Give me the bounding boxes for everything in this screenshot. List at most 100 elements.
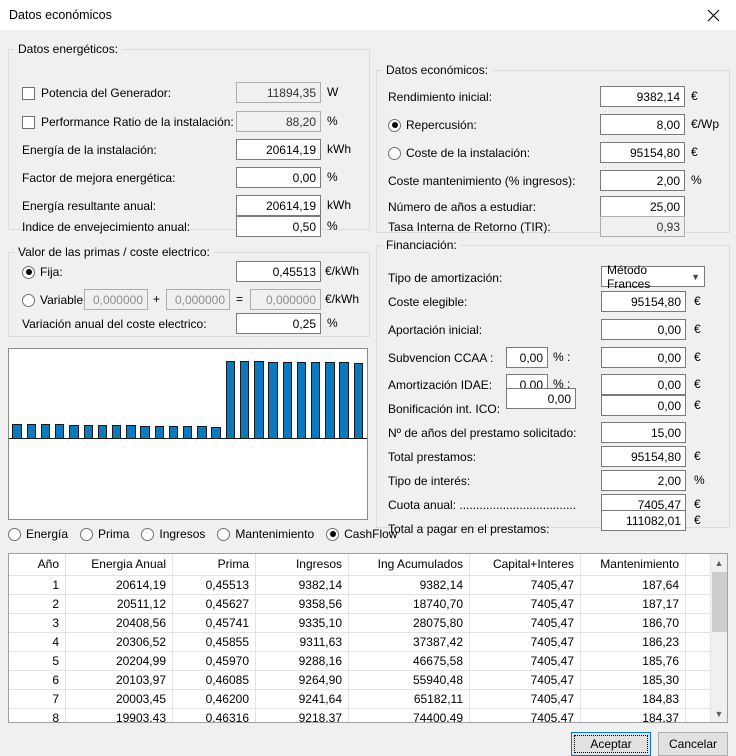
table-column-header[interactable]: Prima <box>172 554 256 576</box>
chart-series-option[interactable]: CashFlow <box>326 527 397 541</box>
bonificacion-ico-input[interactable]: 0,00 <box>601 395 686 416</box>
coste-instalacion-radio[interactable] <box>388 146 401 160</box>
performance-ratio-checkbox[interactable] <box>22 115 35 129</box>
prima-fija-radio[interactable] <box>22 265 35 279</box>
table-cell: 7405,47 <box>469 594 581 614</box>
table-column-header[interactable]: Ing Acumulados <box>348 554 470 576</box>
variacion-anual-label: Variación anual del coste electrico: <box>22 317 207 331</box>
amortizacion-idae-input[interactable]: 0,00 <box>601 374 686 395</box>
radio-icon[interactable] <box>80 527 94 541</box>
chart-series-option[interactable]: Prima <box>80 527 129 541</box>
table-cell: 9218,37 <box>255 708 349 722</box>
bonificacion-ico-pct-input[interactable]: 0,00 <box>506 388 576 409</box>
table-cell: 7405,47 <box>469 575 581 595</box>
coste-instalacion-unit: € <box>691 145 698 159</box>
performance-ratio-input[interactable]: 88,20 <box>236 111 321 132</box>
field-row-potencia-generador: Potencia del Generador: <box>22 83 222 103</box>
tipo-amortizacion-select[interactable]: Método Frances ▼ <box>601 263 705 291</box>
table-cell: 186,70 <box>580 613 686 633</box>
subvencion-ccaa-input[interactable]: 0,00 <box>601 347 686 368</box>
table-column-header[interactable]: Ingresos <box>255 554 349 576</box>
chart-bar <box>12 423 22 439</box>
anos-prestamo-input[interactable]: 15,00 <box>601 422 686 443</box>
rendimiento-inicial-input[interactable]: 9382,14 <box>600 86 685 107</box>
tipo-amortizacion-value: Método Frances <box>607 262 651 291</box>
potencia-generador-input[interactable]: 11894,35 <box>236 82 321 103</box>
radio-icon[interactable] <box>8 527 21 541</box>
table-vertical-scrollbar[interactable]: ▲ ▼ <box>710 554 727 722</box>
prima-variable-radio[interactable] <box>22 293 35 307</box>
table-column-header[interactable]: Mantenimiento <box>580 554 686 576</box>
table-column-header[interactable]: Capital+Interes <box>469 554 581 576</box>
coste-instalacion-input[interactable]: 95154,80 <box>600 142 685 163</box>
table-row[interactable]: 1 20614,19 0,45513 9382,14 9382,14 7405,47 187… <box>9 575 727 595</box>
aportacion-inicial-unit: € <box>694 322 701 336</box>
factor-mejora-label: Factor de mejora energética: <box>22 171 176 185</box>
table-cell: 184,37 <box>580 708 686 722</box>
radio-icon[interactable] <box>217 527 231 541</box>
energia-instalacion-input[interactable]: 20614,19 <box>236 139 321 160</box>
table-cell: 9241,64 <box>255 689 349 709</box>
scrollbar-thumb[interactable] <box>712 572 727 632</box>
radio-icon[interactable] <box>326 527 340 541</box>
variacion-anual-input[interactable]: 0,25 <box>236 313 321 334</box>
results-table: Año Energia Anual Prima Ingresos Ing Acumula… <box>8 553 728 723</box>
total-pagar-input[interactable]: 111082,01 <box>601 510 686 531</box>
table-column-header[interactable]: Energia Anual <box>65 554 173 576</box>
chart-bar <box>126 425 136 439</box>
total-prestamos-unit: € <box>694 449 701 463</box>
table-cell: 0,45970 <box>172 651 256 671</box>
factor-mejora-input[interactable]: 0,00 <box>236 167 321 188</box>
table-cell: 187,17 <box>580 594 686 614</box>
total-prestamos-input[interactable]: 95154,80 <box>601 446 686 467</box>
prima-fija-unit: €/kWh <box>325 264 360 278</box>
table-row[interactable]: 6 20103,97 0,46085 9264,90 55940,48 7405,47 18… <box>9 670 727 690</box>
repercusion-input[interactable]: 8,00 <box>600 114 685 135</box>
table-row[interactable]: 8 19903,43 0,46316 9218,37 74400,49 7405,47 18… <box>9 708 727 722</box>
coste-elegible-label: Coste elegible: <box>388 295 468 309</box>
table-cell: 6 <box>9 670 66 690</box>
window-title-bar: Datos económicos <box>0 0 736 30</box>
potencia-generador-checkbox[interactable] <box>22 86 35 100</box>
table-body: 1 20614,19 0,45513 9382,14 9382,14 7405,47 187… <box>9 575 727 722</box>
coste-mantenimiento-input[interactable]: 2,00 <box>600 170 685 191</box>
accept-button[interactable]: Aceptar <box>571 732 651 756</box>
table-cell: 7405,47 <box>469 632 581 652</box>
table-row[interactable]: 7 20003,45 0,46200 9241,64 65182,11 7405,47 18… <box>9 689 727 709</box>
table-row[interactable]: 2 20511,12 0,45627 9358,56 18740,70 7405,47 18… <box>9 594 727 614</box>
chart-series-option[interactable]: Ingresos <box>141 527 205 541</box>
dialog-body: Datos energéticos: Potencia del Generado… <box>0 30 736 756</box>
radio-icon[interactable] <box>141 527 155 541</box>
repercusion-radio[interactable] <box>388 118 401 132</box>
indice-envejecimiento-input[interactable]: 0,50 <box>236 216 321 237</box>
group-datos-energeticos-legend: Datos energéticos: <box>18 42 119 56</box>
chart-series-option[interactable]: Mantenimiento <box>217 527 314 541</box>
table-cell: 8 <box>9 708 66 722</box>
table-column-header[interactable]: Año <box>9 554 66 576</box>
tipo-interes-input[interactable]: 2,00 <box>601 470 686 491</box>
table-cell: 0,45855 <box>172 632 256 652</box>
chart-series-option[interactable]: Energía <box>8 527 68 541</box>
close-button[interactable] <box>690 0 736 30</box>
chevron-down-icon[interactable]: ▼ <box>711 705 727 722</box>
table-cell: 2 <box>9 594 66 614</box>
chart-bar <box>83 424 93 439</box>
table-row[interactable]: 3 20408,56 0,45741 9335,10 28075,80 7405,47 18… <box>9 613 727 633</box>
aportacion-inicial-input[interactable]: 0,00 <box>601 319 686 340</box>
prima-fija-label: Fija: <box>40 265 63 279</box>
table-cell: 9311,63 <box>255 632 349 652</box>
table-row[interactable]: 4 20306,52 0,45855 9311,63 37387,42 7405,47 18… <box>9 632 727 652</box>
subvencion-ccaa-pct-input[interactable]: 0,00 <box>506 347 548 368</box>
chart-bar <box>311 362 321 439</box>
chevron-up-icon[interactable]: ▲ <box>711 554 727 571</box>
chart-bar <box>111 425 122 439</box>
coste-elegible-input[interactable]: 95154,80 <box>601 291 686 312</box>
numero-anos-estudiar-input[interactable]: 25,00 <box>600 196 685 217</box>
chart-series-option-label: Prima <box>98 527 130 541</box>
cancel-button[interactable]: Cancelar <box>658 732 728 756</box>
table-cell: 0,46316 <box>172 708 256 722</box>
energia-resultante-input[interactable]: 20614,19 <box>236 195 321 216</box>
prima-fija-input[interactable]: 0,45513 <box>236 261 321 282</box>
table-cell: 37387,42 <box>348 632 470 652</box>
table-row[interactable]: 5 20204,99 0,45970 9288,16 46675,58 7405,47 18… <box>9 651 727 671</box>
